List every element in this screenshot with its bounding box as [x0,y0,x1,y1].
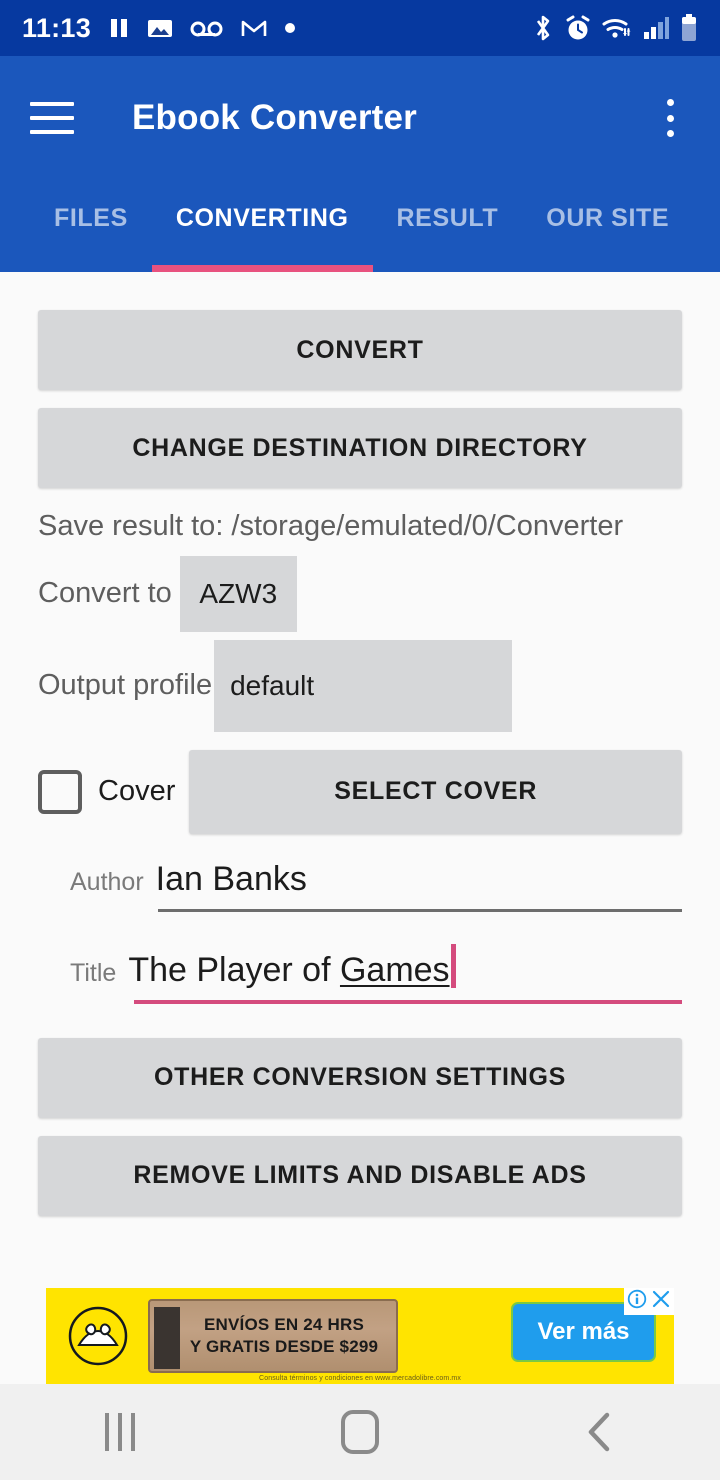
title-misspelled-word: Games [339,950,450,989]
alarm-icon [565,15,591,42]
author-underline [158,908,682,912]
remove-limits-button[interactable]: REMOVE LIMITS AND DISABLE ADS [38,1135,682,1216]
more-vert-icon[interactable] [650,96,690,140]
convert-to-row: Convert to AZW3 [38,555,682,632]
page-title: Ebook Converter [132,98,417,137]
title-field[interactable]: Title The Player of Games [38,943,682,1004]
title-underline [134,999,682,1004]
convert-button[interactable]: CONVERT [38,310,682,390]
wifi-icon [602,15,632,41]
change-destination-directory-button[interactable]: CHANGE DESTINATION DIRECTORY [38,408,682,488]
advertiser-logo-icon [58,1305,138,1367]
ad-headline: ENVÍOS EN 24 HRS Y GRATIS DESDE $299 [189,1314,379,1356]
pause-icon [108,16,130,40]
status-bar: 11:13 [0,0,720,56]
tab-files[interactable]: FILES [30,180,152,272]
save-path-text: Save result to: /storage/emulated/0/Conv… [38,510,624,542]
status-time: 11:13 [22,12,92,43]
select-cover-button[interactable]: SELECT COVER [189,749,682,834]
app-bar: Ebook Converter [0,56,720,180]
home-icon[interactable] [240,1410,480,1454]
system-nav-bar [0,1384,720,1480]
close-icon[interactable] [651,1289,671,1314]
ad-fine-print: Consulta términos y condiciones en www.m… [259,1375,461,1382]
ad-content[interactable]: ENVÍOS EN 24 HRS Y GRATIS DESDE $299 Ver… [46,1288,674,1384]
ad-product-image: ENVÍOS EN 24 HRS Y GRATIS DESDE $299 [148,1299,398,1373]
status-bar-right [532,14,698,42]
battery-icon [680,14,698,42]
bluetooth-icon [532,14,554,42]
voicemail-icon [190,18,224,38]
photo-icon [147,16,173,40]
back-icon[interactable] [480,1409,720,1455]
ad-badges [624,1288,674,1315]
hamburger-icon[interactable] [30,102,74,134]
gmail-icon [241,17,267,39]
tab-converting[interactable]: CONVERTING [151,180,373,272]
output-profile-row: Output profile default [38,639,682,732]
title-label: Title [70,958,117,987]
recents-icon[interactable] [0,1413,240,1451]
cover-label: Cover [98,775,176,808]
tab-our-site[interactable]: OUR SITE [522,180,693,272]
other-conversion-settings-button[interactable]: OTHER CONVERSION SETTINGS [38,1037,682,1118]
cover-row: Cover SELECT COVER [38,749,682,834]
output-profile-label: Output profile [38,669,213,702]
convert-to-label: Convert to [38,577,172,610]
text-cursor [450,943,456,988]
tab-bar: FILES CONVERTING RESULT OUR SITE [0,180,720,272]
adchoices-info-icon[interactable] [627,1289,647,1314]
status-bar-left: 11:13 [22,13,532,44]
author-field[interactable]: Author Ian Banks [38,860,682,912]
title-value: The Player of Games [128,943,456,990]
ad-banner: ENVÍOS EN 24 HRS Y GRATIS DESDE $299 Ver… [0,1288,720,1384]
dot-icon [284,22,296,34]
convert-to-select[interactable]: AZW3 [179,555,297,632]
author-label: Author [70,867,144,896]
tab-result[interactable]: RESULT [373,180,523,272]
output-profile-select[interactable]: default [214,639,513,732]
author-value: Ian Banks [155,859,307,898]
cover-checkbox[interactable] [38,769,82,814]
signal-icon [643,16,669,40]
main-content: CONVERT CHANGE DESTINATION DIRECTORY Sav… [0,272,720,1272]
